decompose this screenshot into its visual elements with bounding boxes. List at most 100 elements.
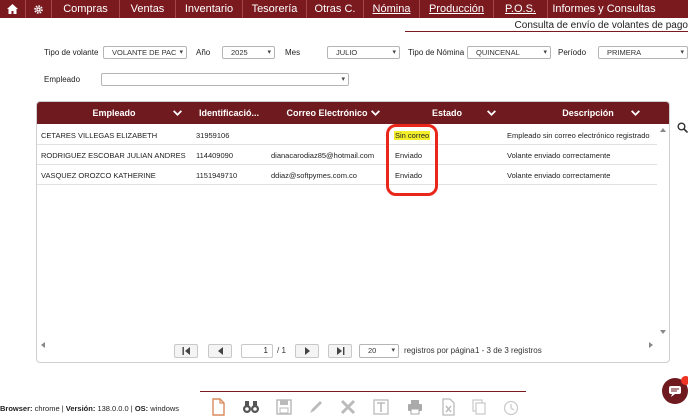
col-estado[interactable]: Estado	[389, 102, 505, 124]
cell-descripcion: Empleado sin correo electrónico registra…	[507, 131, 650, 140]
chevron-down-icon[interactable]	[630, 107, 641, 118]
page-input[interactable]: 1	[241, 344, 273, 358]
copy-icon[interactable]	[470, 398, 488, 416]
chevron-down-icon[interactable]	[370, 107, 381, 118]
new-document-icon[interactable]	[209, 398, 227, 416]
browser-info: Browser: chrome | Versión: 138.0.0.0 | O…	[0, 404, 180, 413]
home-icon	[7, 4, 18, 14]
periodo-label: Período	[558, 48, 587, 57]
first-page-button[interactable]	[174, 344, 198, 358]
chevron-down-icon[interactable]	[486, 107, 497, 118]
nav-nomina[interactable]: Nómina	[364, 0, 420, 18]
periodo-value: PRIMERA	[607, 48, 642, 57]
col-descripcion-label: Descripción	[562, 108, 614, 118]
tipo-volante-value: VOLANTE DE PAC	[112, 48, 177, 57]
table-row[interactable]: VASQUEZ OROZCO KATHERINE 1151949710 ddia…	[37, 165, 657, 185]
nav-pos[interactable]: P.O.S.	[494, 0, 548, 18]
chevron-down-icon: ▾	[341, 76, 345, 83]
cell-descripcion: Volante enviado correctamente	[507, 151, 611, 160]
version-label: Versión:	[65, 404, 96, 413]
gear-icon	[34, 4, 43, 14]
last-page-button[interactable]	[328, 344, 352, 358]
col-estado-label: Estado	[431, 108, 462, 118]
excel-icon[interactable]	[439, 398, 457, 416]
first-page-icon	[182, 347, 190, 355]
print-icon[interactable]	[406, 398, 424, 416]
grid-header: Empleado Identificació... Correo Electró…	[37, 102, 669, 124]
screen: Compras Ventas Inventario Tesorería Otra…	[0, 0, 688, 420]
last-page-icon	[336, 347, 344, 355]
per-page-label: registros por página	[404, 346, 475, 355]
tipo-volante-label: Tipo de volante	[44, 48, 99, 57]
version-value: 138.0.0.0	[97, 404, 129, 413]
chevron-down-icon[interactable]	[172, 107, 183, 118]
vertical-scrollbar[interactable]	[657, 124, 669, 338]
home-button[interactable]	[0, 0, 26, 18]
tipo-volante-select[interactable]: VOLANTE DE PAC ▾	[103, 46, 187, 59]
periodo-select[interactable]: PRIMERA ▾	[598, 46, 688, 59]
os-label: OS:	[134, 404, 149, 413]
nav-informes[interactable]: Informes y Consultas	[548, 0, 660, 18]
cell-empleado: CETARES VILLEGAS ELIZABETH	[41, 131, 158, 140]
col-descripcion[interactable]: Descripción	[505, 102, 669, 124]
chevron-down-icon: ▾	[680, 49, 684, 56]
search-button[interactable]	[677, 120, 688, 138]
next-page-button[interactable]	[295, 344, 319, 358]
clock-icon[interactable]	[502, 398, 520, 416]
nav-otras[interactable]: Otras C.	[307, 0, 364, 18]
cell-identificacion: 1151949710	[196, 171, 238, 180]
cell-correo: dianacarodiaz85@hotmail.com	[271, 151, 375, 160]
cell-correo: ddiaz@softpymes.com.co	[271, 171, 357, 180]
cell-empleado: VASQUEZ OROZCO KATHERINE	[41, 171, 156, 180]
chevron-down-icon: ▾	[391, 347, 395, 354]
settings-button[interactable]	[26, 0, 52, 18]
empleado-select[interactable]: ▾	[101, 73, 349, 86]
table-row[interactable]: CETARES VILLEGAS ELIZABETH 31959106 Sin …	[37, 125, 657, 145]
delete-icon[interactable]	[339, 398, 357, 416]
browser-value: chrome	[34, 404, 60, 413]
table-row[interactable]: RODRIGUEZ ESCOBAR JULIAN ANDRES 11440909…	[37, 145, 657, 165]
pager: 1 / 1 20 ▾ registros por página 1 - 3 de…	[36, 340, 670, 362]
nav-compras[interactable]: Compras	[52, 0, 120, 18]
nav-tesoreria[interactable]: Tesorería	[243, 0, 307, 18]
footer-divider	[200, 391, 526, 392]
anio-value: 2025	[231, 48, 248, 57]
chevron-down-icon: ▾	[543, 49, 547, 56]
annotation-circle	[386, 124, 438, 196]
per-page-select[interactable]: 20 ▾	[359, 344, 399, 358]
nav-produccion[interactable]: Producción	[420, 0, 494, 18]
binoculars-icon[interactable]	[242, 398, 260, 416]
cell-empleado: RODRIGUEZ ESCOBAR JULIAN ANDRES	[41, 151, 186, 160]
col-identificacion[interactable]: Identificació...	[191, 102, 265, 124]
anio-select[interactable]: 2025 ▾	[222, 46, 275, 59]
chevron-down-icon: ▾	[267, 49, 271, 56]
cell-identificacion: 114409090	[196, 151, 233, 160]
anio-label: Año	[196, 48, 211, 57]
next-page-icon	[304, 347, 310, 355]
cell-descripcion: Volante enviado correctamente	[507, 171, 611, 180]
chevron-down-icon: ▾	[392, 49, 396, 56]
record-range: 1 - 3 de 3 registros	[475, 346, 542, 355]
text-icon[interactable]	[372, 398, 390, 416]
nav-inventario[interactable]: Inventario	[176, 0, 243, 18]
col-identificacion-label: Identificació...	[199, 108, 260, 118]
os-value: windows	[150, 404, 180, 413]
edit-icon[interactable]	[307, 398, 325, 416]
tipo-nomina-value: QUINCENAL	[476, 48, 520, 57]
nav-ventas[interactable]: Ventas	[120, 0, 176, 18]
page-title: Consulta de envío de volantes de pago	[514, 20, 688, 31]
save-icon[interactable]	[275, 398, 293, 416]
results-grid: Empleado Identificació... Correo Electró…	[36, 101, 670, 363]
top-nav: Compras Ventas Inventario Tesorería Otra…	[0, 0, 688, 18]
mes-select[interactable]: JULIO ▾	[327, 46, 400, 59]
tipo-nomina-select[interactable]: QUINCENAL ▾	[467, 46, 551, 59]
col-empleado[interactable]: Empleado	[37, 102, 191, 124]
col-correo[interactable]: Correo Electrónico	[265, 102, 389, 124]
mes-value: JULIO	[336, 48, 358, 57]
chevron-down-icon: ▾	[179, 49, 183, 56]
cell-identificacion: 31959106	[196, 131, 230, 140]
browser-label: Browser:	[0, 404, 33, 413]
notification-badge	[681, 376, 688, 385]
tipo-nomina-label: Tipo de Nómina	[408, 48, 465, 57]
prev-page-button[interactable]	[208, 344, 232, 358]
